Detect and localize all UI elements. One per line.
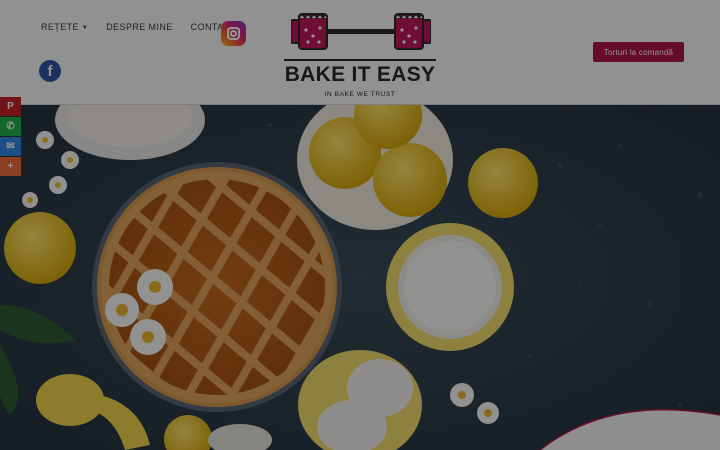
order-cakes-button[interactable]: Torturi la comandă [593, 42, 684, 62]
site-header: REȚETE ▼ DESPRE MINE CONTACT f BAKE IT E… [0, 0, 720, 105]
facebook-icon[interactable]: f [39, 60, 61, 82]
nav-item-despre-mine[interactable]: DESPRE MINE [106, 22, 172, 32]
logo-tagline: IN BAKE WE TRUST [324, 91, 396, 98]
hero-image [0, 105, 720, 450]
main-nav: REȚETE ▼ DESPRE MINE CONTACT [41, 22, 236, 32]
social-share-bar: P ✆ ✉ + [0, 97, 21, 177]
logo-title: BAKE IT EASY [284, 63, 436, 86]
site-logo[interactable]: BAKE IT EASY IN BAKE WE TRUST [283, 5, 437, 100]
chevron-down-icon: ▼ [81, 25, 89, 31]
nav-item-retete[interactable]: REȚETE ▼ [41, 22, 88, 32]
messenger-icon[interactable]: ✉ [0, 137, 21, 156]
logo-divider [284, 59, 436, 61]
baking-scene-illustration [0, 105, 720, 450]
cake-dumbbell-icon [291, 13, 431, 50]
pinterest-icon[interactable]: P [0, 97, 21, 116]
nav-item-label: REȚETE [41, 22, 79, 32]
nav-item-label: DESPRE MINE [106, 22, 173, 32]
instagram-icon[interactable] [221, 21, 246, 46]
whatsapp-icon[interactable]: ✆ [0, 117, 21, 136]
more-share-icon[interactable]: + [0, 157, 21, 176]
